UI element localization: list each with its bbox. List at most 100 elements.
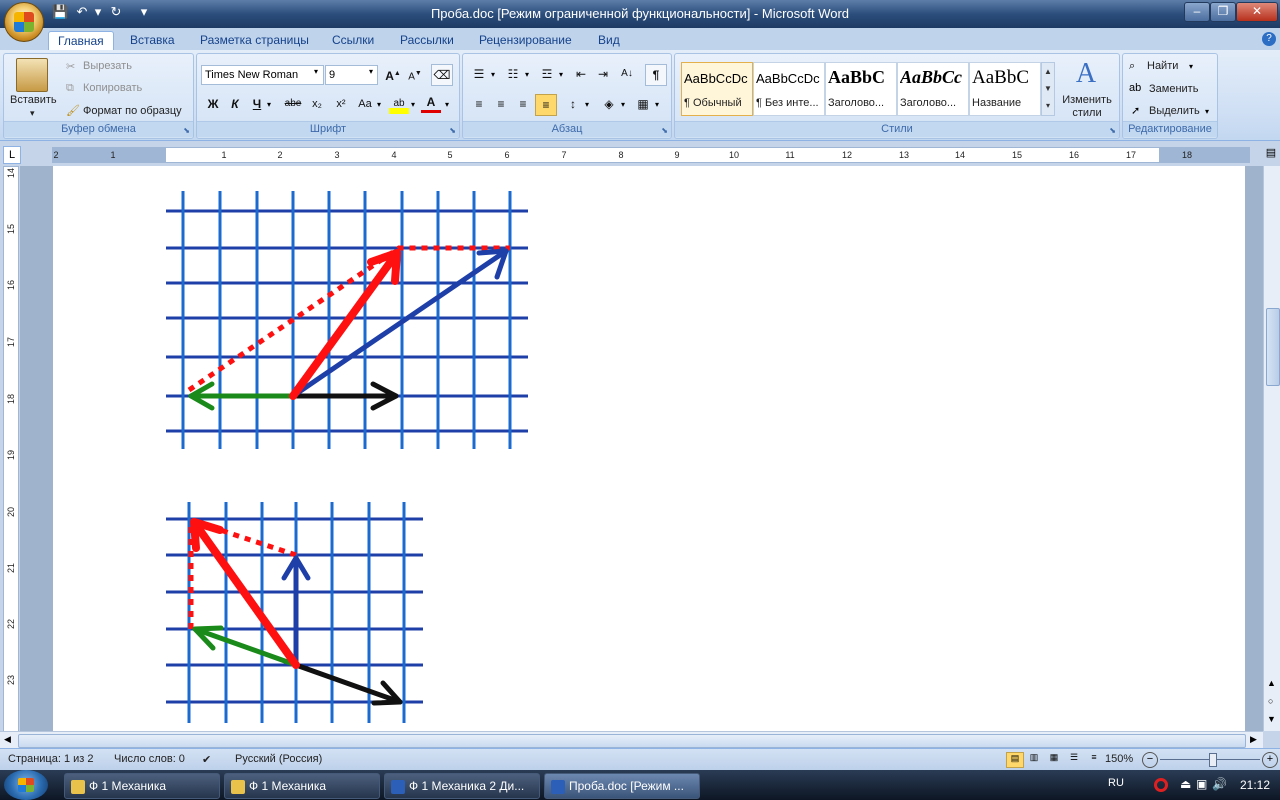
redo-icon[interactable]: ↻ bbox=[108, 4, 124, 20]
line-spacing-dropdown-icon[interactable]: ▾ bbox=[585, 100, 589, 109]
zoom-in-icon[interactable]: + bbox=[1262, 752, 1278, 768]
line-spacing-icon[interactable]: ↕ bbox=[563, 94, 583, 114]
taskbar-item-2[interactable]: Ф 1 Механика bbox=[224, 773, 380, 799]
multilevel-list-icon[interactable]: ☲ bbox=[537, 64, 557, 84]
vertical-scroll-thumb[interactable] bbox=[1266, 308, 1280, 386]
align-right-icon[interactable]: ≡ bbox=[513, 94, 533, 114]
customize-qat-icon[interactable]: ▾ bbox=[136, 4, 152, 20]
select-button[interactable]: Выделить bbox=[1149, 105, 1200, 117]
find-dropdown-icon[interactable]: ▾ bbox=[1189, 62, 1193, 71]
grow-font-icon[interactable]: A▲ bbox=[383, 64, 403, 84]
proofing-icon[interactable]: ✔ bbox=[202, 753, 211, 766]
clear-formatting-icon[interactable]: ⌫ bbox=[431, 64, 453, 86]
vector-diagram-2[interactable] bbox=[166, 502, 423, 723]
borders-icon[interactable]: ▦ bbox=[633, 94, 653, 114]
language-indicator[interactable]: RU bbox=[1108, 777, 1124, 789]
change-case-button[interactable]: Aa bbox=[355, 94, 375, 114]
tab-selector-icon[interactable]: L bbox=[3, 146, 21, 164]
change-styles-icon[interactable]: A bbox=[1071, 58, 1101, 89]
clock[interactable]: 21:12 bbox=[1240, 778, 1270, 792]
find-button[interactable]: Найти bbox=[1147, 60, 1178, 72]
tab-references[interactable]: Ссылки bbox=[332, 31, 374, 50]
style-heading-2[interactable]: AaBbCc Заголово... bbox=[897, 62, 969, 116]
zoom-level[interactable]: 150% bbox=[1105, 753, 1133, 765]
horizontal-ruler[interactable]: 2 1 1 2 3 4 5 6 7 8 9 10 11 12 13 14 15 16 17 18 bbox=[52, 147, 1250, 163]
tab-mailings[interactable]: Рассылки bbox=[400, 31, 454, 50]
font-color-icon[interactable]: A bbox=[421, 94, 441, 113]
style-heading-1[interactable]: AaBbC Заголово... bbox=[825, 62, 897, 116]
tab-page-layout[interactable]: Разметка страницы bbox=[200, 31, 309, 50]
document-page[interactable] bbox=[53, 166, 1245, 731]
numbering-dropdown-icon[interactable]: ▾ bbox=[525, 70, 529, 79]
shrink-font-icon[interactable]: A▼ bbox=[405, 64, 425, 84]
numbering-icon[interactable]: ☷ bbox=[503, 64, 523, 84]
draft-icon[interactable]: ≡ bbox=[1086, 752, 1102, 766]
tab-home[interactable]: Главная bbox=[48, 31, 114, 51]
cut-button[interactable]: Вырезать bbox=[83, 60, 132, 72]
close-button[interactable]: ✕ bbox=[1236, 2, 1278, 22]
tab-insert[interactable]: Вставка bbox=[130, 31, 175, 50]
save-icon[interactable]: 💾 bbox=[52, 4, 68, 20]
font-name-combo[interactable]: Times New Roman bbox=[201, 65, 324, 85]
italic-button[interactable]: К bbox=[225, 94, 245, 114]
highlight-icon[interactable]: ab bbox=[389, 94, 409, 114]
show-marks-icon[interactable]: ¶ bbox=[645, 64, 667, 86]
paste-icon[interactable] bbox=[16, 58, 48, 92]
multilevel-dropdown-icon[interactable]: ▾ bbox=[559, 70, 563, 79]
tab-review[interactable]: Рецензирование bbox=[479, 31, 572, 50]
word-count[interactable]: Число слов: 0 bbox=[114, 753, 185, 765]
superscript-button[interactable]: x² bbox=[331, 94, 351, 114]
font-launcher-icon[interactable]: ⬊ bbox=[449, 126, 456, 135]
minimize-button[interactable]: – bbox=[1184, 2, 1210, 22]
styles-launcher-icon[interactable]: ⬊ bbox=[1109, 126, 1116, 135]
restore-button[interactable]: ❐ bbox=[1210, 2, 1236, 22]
vertical-ruler[interactable]: 14 15 16 17 18 19 20 21 22 23 bbox=[3, 166, 19, 733]
change-case-dropdown-icon[interactable]: ▾ bbox=[377, 100, 381, 109]
replace-button[interactable]: Заменить bbox=[1149, 83, 1198, 95]
underline-button[interactable]: Ч bbox=[247, 94, 267, 114]
underline-dropdown-icon[interactable]: ▾ bbox=[267, 100, 271, 109]
print-layout-icon[interactable]: ▤ bbox=[1006, 752, 1024, 768]
undo-icon[interactable]: ↶ bbox=[74, 4, 90, 20]
tab-view[interactable]: Вид bbox=[598, 31, 620, 50]
shading-dropdown-icon[interactable]: ▾ bbox=[621, 100, 625, 109]
network-icon[interactable]: ▣ bbox=[1196, 777, 1207, 791]
shading-icon[interactable]: ◈ bbox=[599, 94, 619, 114]
prev-page-icon[interactable]: ▲ bbox=[1267, 678, 1276, 688]
align-center-icon[interactable]: ≡ bbox=[491, 94, 511, 114]
bullets-icon[interactable]: ☰ bbox=[469, 64, 489, 84]
sort-icon[interactable]: A↓ bbox=[617, 64, 637, 84]
font-color-dropdown-icon[interactable]: ▾ bbox=[445, 100, 449, 109]
font-name-dropdown-icon[interactable]: ▾ bbox=[314, 67, 318, 76]
clipboard-launcher-icon[interactable]: ⬊ bbox=[183, 126, 190, 135]
taskbar-item-3[interactable]: Ф 1 Механика 2 Ди... bbox=[384, 773, 540, 799]
language-status[interactable]: Русский (Россия) bbox=[235, 753, 322, 765]
full-screen-reading-icon[interactable]: ▥ bbox=[1026, 752, 1042, 766]
undo-dropdown-icon[interactable]: ▾ bbox=[90, 4, 106, 20]
align-left-icon[interactable]: ≡ bbox=[469, 94, 489, 114]
styles-scroll-control[interactable]: ▲ ▼ ▾ bbox=[1041, 62, 1055, 116]
scroll-left-icon[interactable]: ◀ bbox=[4, 734, 11, 745]
view-ruler-icon[interactable]: ▤ bbox=[1264, 146, 1278, 162]
vertical-scrollbar[interactable]: ▲ ○ ▼ bbox=[1263, 166, 1280, 731]
scroll-right-icon[interactable]: ▶ bbox=[1250, 734, 1257, 745]
usb-icon[interactable]: ⏏ bbox=[1180, 777, 1191, 791]
web-layout-icon[interactable]: ▦ bbox=[1046, 752, 1062, 766]
paste-button[interactable]: Вставить bbox=[10, 94, 57, 106]
borders-dropdown-icon[interactable]: ▾ bbox=[655, 100, 659, 109]
next-page-icon[interactable]: ▼ bbox=[1267, 714, 1276, 724]
format-painter-button[interactable]: Формат по образцу bbox=[83, 105, 182, 117]
decrease-indent-icon[interactable]: ⇤ bbox=[571, 64, 591, 84]
highlight-dropdown-icon[interactable]: ▾ bbox=[411, 100, 415, 109]
font-size-dropdown-icon[interactable]: ▾ bbox=[369, 67, 373, 76]
taskbar-item-1[interactable]: Ф 1 Механика bbox=[64, 773, 220, 799]
style-normal[interactable]: AaBbCcDc ¶ Обычный bbox=[681, 62, 753, 116]
select-dropdown-icon[interactable]: ▾ bbox=[1205, 107, 1209, 116]
bold-button[interactable]: Ж bbox=[203, 94, 223, 114]
copy-button[interactable]: Копировать bbox=[83, 82, 142, 94]
vector-diagram-1[interactable] bbox=[166, 191, 528, 449]
change-styles-button[interactable]: Изменить стили bbox=[1057, 94, 1117, 120]
taskbar-item-4[interactable]: Проба.doc [Режим ... bbox=[544, 773, 700, 799]
help-icon[interactable]: ? bbox=[1262, 32, 1276, 46]
horizontal-scrollbar[interactable]: ◀ ▶ bbox=[0, 731, 1263, 749]
